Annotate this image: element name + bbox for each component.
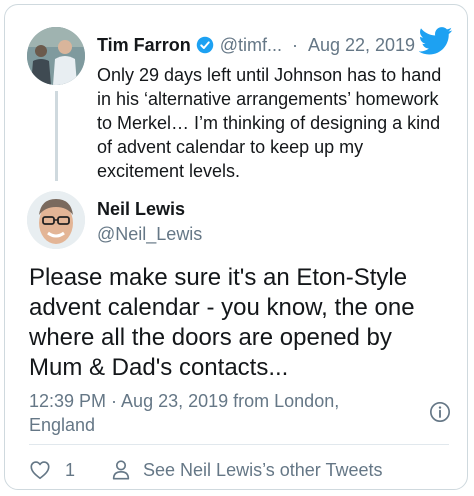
actions-divider [29, 444, 449, 445]
verified-badge-icon [196, 36, 213, 54]
quoted-author-handle[interactable]: @timf... [220, 35, 282, 56]
quoted-author-name[interactable]: Tim Farron [97, 35, 191, 56]
reply-tweet-meta[interactable]: 12:39 PM · Aug 23, 2019 from London, Eng… [29, 389, 409, 437]
twitter-bird-icon[interactable] [419, 27, 453, 55]
neil-lewis-avatar[interactable] [27, 191, 85, 249]
tweet-embed-card: Tim Farron @timf... · Aug 22, 2019 Only … [4, 4, 468, 490]
person-icon[interactable] [111, 459, 131, 481]
quoted-tweet-date[interactable]: Aug 22, 2019 [308, 35, 415, 56]
other-tweets-link[interactable]: See Neil Lewis’s other Tweets [143, 460, 382, 481]
tweet-actions: 1 See Neil Lewis’s other Tweets [29, 457, 382, 483]
header-separator: · [291, 34, 298, 55]
quoted-tweet-text: Only 29 days left until Johnson has to h… [97, 65, 442, 181]
reply-author-handle[interactable]: @Neil_Lewis [97, 224, 202, 245]
thread-connector-line [55, 91, 58, 181]
info-icon[interactable] [429, 401, 451, 423]
tim-farron-avatar[interactable] [27, 27, 85, 85]
heart-icon[interactable] [29, 459, 51, 481]
reply-author-name[interactable]: Neil Lewis [97, 199, 185, 220]
like-count[interactable]: 1 [65, 460, 75, 481]
reply-tweet-text: Please make sure it's an Eton-Style adve… [29, 264, 415, 381]
quoted-tweet-header: Tim Farron @timf... · Aug 22, 2019 [97, 33, 415, 57]
